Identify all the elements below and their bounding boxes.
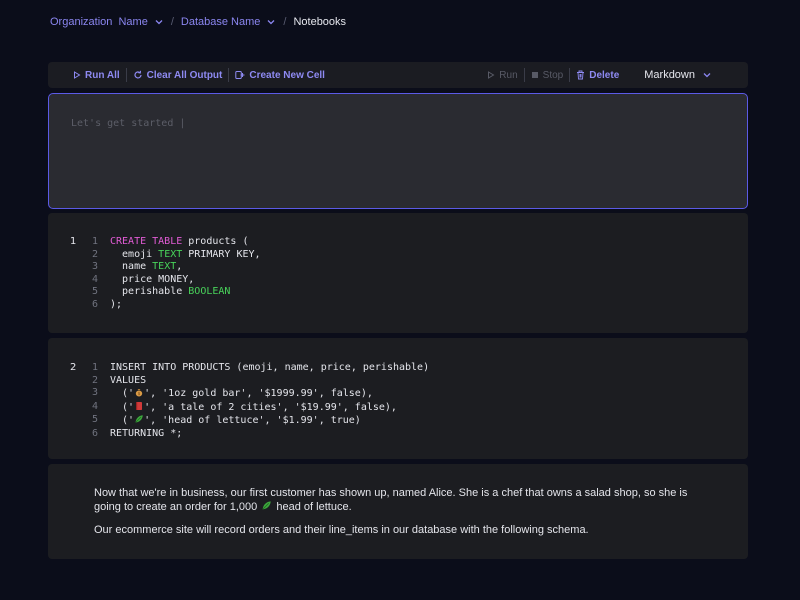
stop-icon (531, 72, 538, 78)
code-text: (' (110, 401, 135, 413)
code-line: 5 perishable BOOLEAN (92, 286, 261, 299)
code-editor[interactable]: 1 INSERT INTO PRODUCTS (emoji, name, pric… (92, 362, 429, 441)
type-token: TEXT (158, 248, 183, 260)
add-cell-icon (235, 71, 245, 79)
code-text: emoji (110, 248, 159, 260)
editor-placeholder: Let's get started | (71, 118, 186, 129)
code-line: 6 RETURNING *; (92, 428, 429, 441)
code-text: (' (110, 388, 135, 400)
markdown-paragraph: Now that we're in business, our first cu… (94, 487, 714, 514)
line-number: 6 (92, 298, 99, 310)
markdown-text: head of lettuce. (273, 501, 352, 513)
red-book-icon (136, 401, 143, 410)
cell-number: 1 (70, 236, 77, 247)
cell-type-select[interactable]: Markdown (644, 69, 712, 81)
code-text: PRIMARY KEY, (182, 248, 261, 260)
run-all-button[interactable]: Run All (73, 70, 120, 81)
code-text: ', '1oz gold bar', '$1999.99', false), (144, 388, 373, 400)
cell-number: 2 (70, 362, 77, 373)
code-line: 3 name TEXT, (92, 261, 261, 274)
create-new-cell-button[interactable]: Create New Cell (235, 70, 325, 81)
play-icon (488, 71, 495, 79)
breadcrumb-current-page: Notebooks (293, 16, 347, 28)
line-number: 5 (92, 414, 99, 426)
type-token: TEXT (152, 261, 177, 273)
code-line: 4 (' ', 'a tale of 2 cities', '$19.99', f… (92, 401, 429, 415)
new-cell-editor[interactable]: Let's get started | (48, 93, 748, 209)
code-text: products ( (182, 236, 249, 247)
chevron-down-icon (155, 20, 163, 25)
leafy-green-icon (135, 415, 143, 424)
breadcrumb-separator: / (170, 16, 174, 28)
line-number: 2 (92, 374, 99, 386)
trash-icon (577, 70, 585, 80)
code-cell-2[interactable]: 2 1 INSERT INTO PRODUCTS (emoji, name, pr… (48, 338, 748, 459)
breadcrumb: Organization Name / Database Name / Note… (50, 14, 346, 30)
breadcrumb-organization[interactable]: Organization Name (50, 16, 164, 28)
code-text: perishable (110, 286, 189, 298)
breadcrumb-database[interactable]: Database Name (181, 16, 277, 28)
organization-name: Organization Name (50, 16, 148, 28)
code-text: ); (110, 298, 123, 310)
line-number: 2 (92, 248, 99, 260)
play-icon (74, 71, 81, 79)
create-new-cell-label: Create New Cell (249, 69, 325, 81)
toolbar-divider (125, 68, 127, 82)
code-text: , (176, 261, 183, 273)
stop-label: Stop (542, 69, 564, 81)
code-text: price MONEY, (110, 273, 195, 285)
toolbar-divider (228, 68, 230, 82)
breadcrumb-separator: / (283, 16, 287, 28)
type-token: BOOLEAN (188, 286, 231, 298)
cell-type-value: Markdown (644, 69, 695, 81)
code-editor[interactable]: 1 CREATE TABLE products ( 2 emoji TEXT PR… (92, 236, 261, 312)
clear-all-output-button[interactable]: Clear All Output (133, 69, 223, 81)
line-number: 3 (92, 387, 99, 399)
code-line: 3 (' $ ', '1oz gold bar', '$1999.99', fals… (92, 387, 429, 401)
code-line: 1 CREATE TABLE products ( (92, 236, 261, 249)
code-cell-1[interactable]: 1 1 CREATE TABLE products ( 2 emoji TEXT … (48, 213, 748, 333)
code-line: 5 (' ', 'head of lettuce', '$1.99', true) (92, 414, 429, 428)
run-button[interactable]: Run (487, 69, 518, 81)
code-line: 6); (92, 299, 261, 312)
code-text: (' (110, 415, 135, 427)
toolbar-divider (523, 68, 525, 82)
code-text: ', 'a tale of 2 cities', '$19.99', false… (144, 401, 397, 413)
code-line: 1 INSERT INTO PRODUCTS (emoji, name, pric… (92, 362, 429, 375)
line-number: 4 (92, 400, 99, 412)
line-number: 1 (92, 362, 99, 373)
delete-button[interactable]: Delete (576, 70, 619, 81)
code-line: 2 VALUES (92, 375, 429, 388)
code-line: 2 emoji TEXT PRIMARY KEY, (92, 249, 261, 262)
code-text: ', 'head of lettuce', '$1.99', true) (144, 415, 361, 427)
line-number: 6 (92, 427, 99, 439)
line-number: 5 (92, 286, 99, 298)
delete-label: Delete (589, 69, 620, 81)
clear-all-output-label: Clear All Output (146, 69, 223, 81)
markdown-paragraph: Our ecommerce site will record orders an… (94, 524, 589, 536)
markdown-cell[interactable]: Now that we're in business, our first cu… (48, 464, 748, 559)
code-line: 4 price MONEY, (92, 274, 261, 287)
code-text: VALUES (110, 374, 147, 386)
keyword-token: CREATE TABLE (110, 236, 183, 247)
line-number: 4 (92, 273, 99, 285)
run-all-label: Run All (85, 69, 120, 81)
database-name: Database Name (180, 16, 261, 28)
run-label: Run (499, 69, 518, 81)
code-text: name (110, 261, 153, 273)
chevron-down-icon (267, 20, 275, 25)
code-text: INSERT INTO PRODUCTS (emoji, name, price… (110, 362, 430, 373)
line-number: 1 (92, 236, 99, 247)
line-number: 3 (92, 261, 99, 273)
svg-text:$: $ (138, 391, 141, 396)
markdown-text: Now that we're in business, our first cu… (94, 487, 688, 513)
code-text: RETURNING *; (110, 427, 183, 439)
stop-button[interactable]: Stop (531, 69, 564, 81)
leafy-green-icon (262, 501, 272, 510)
notebook-toolbar: Run All Clear All Output Create New Cell… (48, 62, 748, 88)
money-bag-icon: $ (135, 389, 143, 397)
chevron-down-icon (703, 73, 711, 78)
toolbar-divider (569, 68, 571, 82)
refresh-icon (134, 70, 142, 79)
